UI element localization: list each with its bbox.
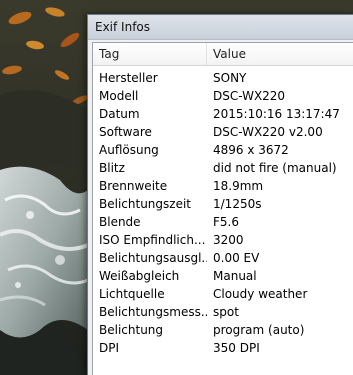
value-cell: Manual <box>213 269 257 283</box>
table-row[interactable]: Brennweite 18.9mm <box>93 177 353 195</box>
table-row[interactable]: Blende F5.6 <box>93 213 353 231</box>
tag-cell: Belichtungsausgl... <box>99 251 207 265</box>
tag-cell: Blende <box>99 215 141 229</box>
table-row[interactable]: Belichtungszeit 1/1250s <box>93 195 353 213</box>
list-rows: Hersteller SONY Modell DSC-WX220 Datum 2015… <box>93 66 353 357</box>
tag-cell: Belichtungszeit <box>99 197 191 211</box>
list-header: Tag Value <box>93 43 353 66</box>
table-row[interactable]: Lichtquelle Cloudy weather <box>93 285 353 303</box>
column-header-tag[interactable]: Tag <box>93 43 207 65</box>
tag-cell: Brennweite <box>99 179 168 193</box>
exif-infos-window[interactable]: Exif Infos Tag Value Hersteller SONY Mode… <box>87 14 353 375</box>
value-cell: 18.9mm <box>213 179 264 193</box>
window-title: Exif Infos <box>95 20 151 34</box>
tag-cell: Modell <box>99 89 139 103</box>
value-cell: 2015:10:16 13:17:47 <box>213 107 340 121</box>
value-cell: 4896 x 3672 <box>213 143 289 157</box>
tag-cell: Hersteller <box>99 71 158 85</box>
value-cell: spot <box>213 305 239 319</box>
value-cell: F5.6 <box>213 215 239 229</box>
exif-list[interactable]: Tag Value Hersteller SONY Modell DSC-WX220… <box>92 42 353 375</box>
value-cell: 350 DPI <box>213 341 260 355</box>
table-row[interactable]: Belichtung program (auto) <box>93 321 353 339</box>
tag-cell: Belichtung <box>99 323 164 337</box>
screenshot: Exif Infos Tag Value Hersteller SONY Mode… <box>0 0 353 375</box>
table-row[interactable]: Software DSC-WX220 v2.00 <box>93 123 353 141</box>
table-row[interactable]: Belichtungsausgl... 0.00 EV <box>93 249 353 267</box>
value-cell: did not fire (manual) <box>213 161 337 175</box>
tag-cell: Datum <box>99 107 140 121</box>
table-row[interactable]: DPI 350 DPI <box>93 339 353 357</box>
value-cell: 0.00 EV <box>213 251 260 265</box>
tag-cell: Software <box>99 125 152 139</box>
title-bar[interactable]: Exif Infos <box>88 15 353 40</box>
tag-cell: Weißabgleich <box>99 269 180 283</box>
value-cell: SONY <box>213 71 247 85</box>
value-cell: Cloudy weather <box>213 287 308 301</box>
column-header-value[interactable]: Value <box>207 43 353 65</box>
tag-cell: Auflösung <box>99 143 159 157</box>
table-row[interactable]: Belichtungsmess... spot <box>93 303 353 321</box>
value-cell: DSC-WX220 v2.00 <box>213 125 323 139</box>
table-row[interactable]: Datum 2015:10:16 13:17:47 <box>93 105 353 123</box>
value-cell: 1/1250s <box>213 197 262 211</box>
value-cell: DSC-WX220 <box>213 89 286 103</box>
tag-cell: ISO Empfindlich... <box>99 233 206 247</box>
value-cell: program (auto) <box>213 323 305 337</box>
value-cell: 3200 <box>213 233 244 247</box>
table-row[interactable]: Weißabgleich Manual <box>93 267 353 285</box>
table-row[interactable]: Hersteller SONY <box>93 69 353 87</box>
tag-cell: Belichtungsmess... <box>99 305 207 319</box>
table-row[interactable]: Modell DSC-WX220 <box>93 87 353 105</box>
table-row[interactable]: ISO Empfindlich... 3200 <box>93 231 353 249</box>
table-row[interactable]: Auflösung 4896 x 3672 <box>93 141 353 159</box>
tag-cell: Lichtquelle <box>99 287 165 301</box>
tag-cell: Blitz <box>99 161 125 175</box>
tag-cell: DPI <box>99 341 120 355</box>
table-row[interactable]: Blitz did not fire (manual) <box>93 159 353 177</box>
